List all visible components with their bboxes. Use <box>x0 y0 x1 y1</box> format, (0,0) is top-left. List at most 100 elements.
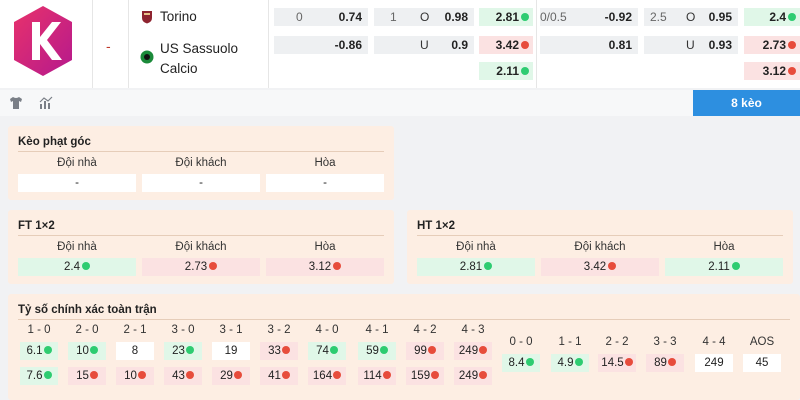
score-header: 2 - 0 <box>75 324 99 336</box>
divider <box>18 151 384 152</box>
score-odds-3-1[interactable]: 19 <box>212 342 250 360</box>
score-odds-0-2[interactable]: 15 <box>68 367 106 385</box>
ft-draw-odds[interactable]: 3.12 <box>266 258 384 276</box>
trend-up-icon <box>788 13 796 21</box>
trend-up-icon <box>329 345 338 354</box>
header-draw: Hòa <box>314 241 336 253</box>
score-header: 4 - 2 <box>413 324 437 336</box>
score-odds-0-1[interactable]: 7.6 <box>20 367 58 385</box>
panel-title: HT 1×2 <box>417 220 456 232</box>
trend-down-icon <box>209 261 218 270</box>
ht-away-odds[interactable]: 3.42 <box>541 258 659 276</box>
score-odds-3-2[interactable]: 33 <box>260 342 298 360</box>
trend-down-icon <box>788 41 796 49</box>
trend-down-icon <box>624 357 633 366</box>
score-odds-2-4[interactable]: 159 <box>406 367 444 385</box>
tab-8-keo[interactable]: 8 kèo <box>693 90 800 116</box>
score-header: 0 - 0 <box>509 336 533 348</box>
score-odds-1-1[interactable]: 4.9 <box>551 354 589 372</box>
ht-home-odds[interactable]: 2.81 <box>417 258 535 276</box>
odds-1x2-away[interactable]: 3.42 <box>479 36 533 54</box>
score-odds-2-0[interactable]: 10 <box>68 342 106 360</box>
score-odds-4-0[interactable]: 74 <box>308 342 346 360</box>
score-odds-0-0[interactable]: 8.4 <box>502 354 540 372</box>
trend-down-icon <box>608 261 617 270</box>
ht-draw-odds[interactable]: 2.11 <box>665 258 783 276</box>
score-odds-2-1[interactable]: 8 <box>116 342 154 360</box>
trend-down-icon <box>185 370 194 379</box>
score-odds-2-3[interactable]: 41 <box>260 367 298 385</box>
score-odds-aos[interactable]: 45 <box>743 354 781 372</box>
odds-handicap-away[interactable]: -0.86 <box>274 36 368 54</box>
trend-down-icon <box>89 370 98 379</box>
trend-up-icon <box>89 345 98 354</box>
header-home: Đội nhà <box>57 241 97 253</box>
divider <box>536 0 537 88</box>
ft-away-odds[interactable]: 2.73 <box>142 258 260 276</box>
divider <box>18 319 790 320</box>
trend-up-icon <box>484 261 493 270</box>
trend-down-icon <box>667 357 676 366</box>
score-odds-4-1[interactable]: 59 <box>358 342 396 360</box>
score-odds-0-4[interactable]: 164 <box>308 367 346 385</box>
trend-down-icon <box>479 370 488 379</box>
stats-chart-icon[interactable] <box>38 95 54 111</box>
score-header: AOS <box>749 336 775 348</box>
odds-ht-over-under-home[interactable]: 2.5 O 0.95 <box>644 8 738 26</box>
torino-crest-icon <box>142 11 152 24</box>
home-team-name[interactable]: Torino <box>160 6 197 28</box>
trend-down-icon <box>333 370 342 379</box>
score-odds-4-2[interactable]: 99 <box>406 342 444 360</box>
score-header: 4 - 3 <box>461 324 485 336</box>
score-odds-1-4[interactable]: 114 <box>358 367 396 385</box>
odds-ht-handicap-home[interactable]: 0/0.5 -0.92 <box>540 8 638 26</box>
divider <box>18 235 384 236</box>
score-odds-4-4[interactable]: 249 <box>695 354 733 372</box>
tab-bar: 8 kèo <box>0 90 800 116</box>
odds-1x2-home[interactable]: 2.81 <box>479 8 533 26</box>
score-odds-1-3[interactable]: 29 <box>212 367 250 385</box>
score-odds-3-4[interactable]: 249 <box>454 367 492 385</box>
panel-title: Tỷ số chính xác toàn trận <box>18 304 157 316</box>
away-team-name-line2: Calcio <box>160 61 198 76</box>
odds-ht-over-under-away[interactable]: U 0.93 <box>644 36 738 54</box>
divider <box>92 0 93 88</box>
score-odds-4-3[interactable]: 249 <box>454 342 492 360</box>
odds-ht-1x2-away[interactable]: 2.73 <box>744 36 800 54</box>
score-odds-3-3[interactable]: 89 <box>646 354 684 372</box>
odds-1x2-draw[interactable]: 2.11 <box>479 62 533 80</box>
score-odds-0-3[interactable]: 43 <box>164 367 202 385</box>
score-header: 3 - 1 <box>219 324 243 336</box>
score-odds-1-2[interactable]: 10 <box>116 367 154 385</box>
odds-ht-1x2-draw[interactable]: 3.12 <box>744 62 800 80</box>
score-header: 4 - 0 <box>315 324 339 336</box>
divider <box>268 0 269 88</box>
corner-away-odds[interactable]: - <box>142 174 260 192</box>
odds-handicap-home[interactable]: 0 0.74 <box>274 8 368 26</box>
odds-ht-1x2-home[interactable]: 2.4 <box>744 8 800 26</box>
ft-home-odds[interactable]: 2.4 <box>18 258 136 276</box>
score-header: 3 - 2 <box>267 324 291 336</box>
score-header: 2 - 2 <box>605 336 629 348</box>
trend-down-icon <box>427 345 436 354</box>
trend-down-icon <box>382 370 391 379</box>
corner-draw-odds[interactable]: - <box>266 174 384 192</box>
panel-title: FT 1×2 <box>18 220 55 232</box>
trend-down-icon <box>431 370 440 379</box>
jersey-icon[interactable] <box>8 95 24 111</box>
score-odds-1-0[interactable]: 6.1 <box>20 342 58 360</box>
score-odds-2-2[interactable]: 14.5 <box>598 354 636 372</box>
score-header: 3 - 0 <box>171 324 195 336</box>
odds-over-under-home[interactable]: 1 O 0.98 <box>374 8 474 26</box>
odds-ht-handicap-away[interactable]: 0.81 <box>540 36 638 54</box>
match-odds-page: - Torino US Sassuolo Calcio 0 0.74 1 O 0… <box>0 0 800 400</box>
odds-over-under-away[interactable]: U 0.9 <box>374 36 474 54</box>
away-team-name-line1[interactable]: US Sassuolo <box>160 38 238 60</box>
trend-down-icon <box>521 41 529 49</box>
corner-home-odds[interactable]: - <box>18 174 136 192</box>
header-draw: Hòa <box>713 241 735 253</box>
score-odds-3-0[interactable]: 23 <box>164 342 202 360</box>
trend-down-icon <box>479 345 488 354</box>
trend-up-icon <box>185 345 194 354</box>
header-home: Đội nhà <box>456 241 496 253</box>
